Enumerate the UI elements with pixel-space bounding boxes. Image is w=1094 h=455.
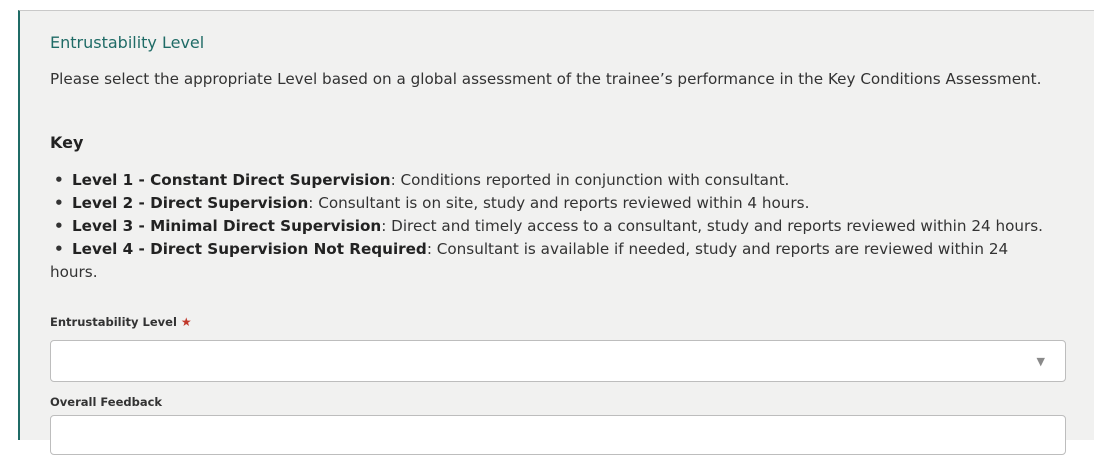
bullet-icon: • <box>54 217 64 235</box>
bullet-icon: • <box>54 240 64 258</box>
key-item-level-4: • Level 4 - Direct Supervision Not Requir… <box>50 238 1060 284</box>
bullet-icon: • <box>54 194 64 212</box>
level-name: Level 3 - Minimal Direct Supervision <box>72 217 382 235</box>
chevron-down-icon[interactable]: ▼ <box>1037 355 1045 368</box>
bullet-icon: • <box>54 171 64 189</box>
section-title: Entrustability Level <box>50 33 205 52</box>
instructions-text: Please select the appropriate Level base… <box>50 70 1042 88</box>
key-list: • Level 1 - Constant Direct Supervision: … <box>50 169 1060 284</box>
key-item-level-3: • Level 3 - Minimal Direct Supervision: D… <box>50 215 1060 238</box>
overall-feedback-label: Overall Feedback <box>50 395 163 409</box>
level-name: Level 2 - Direct Supervision <box>72 194 309 212</box>
level-description: : Direct and timely access to a consulta… <box>381 217 1044 235</box>
required-star-icon: ★ <box>180 315 192 329</box>
level-description: : Consultant is on site, study and repor… <box>308 194 810 212</box>
level-description: : Conditions reported in conjunction wit… <box>390 171 790 189</box>
entrustability-panel: Entrustability Level Please select the a… <box>18 10 1094 455</box>
entrustability-level-label: Entrustability Level ★ <box>50 315 192 329</box>
key-item-level-2: • Level 2 - Direct Supervision: Consultan… <box>50 192 1060 215</box>
level-name: Level 1 - Constant Direct Supervision <box>72 171 391 189</box>
overall-feedback-textarea[interactable] <box>50 415 1066 455</box>
entrustability-level-label-text: Entrustability Level <box>50 315 177 329</box>
entrustability-level-select[interactable]: ▼ <box>50 340 1066 382</box>
key-item-level-1: • Level 1 - Constant Direct Supervision: … <box>50 169 1060 192</box>
key-heading: Key <box>50 133 84 152</box>
level-name: Level 4 - Direct Supervision Not Require… <box>72 240 427 258</box>
